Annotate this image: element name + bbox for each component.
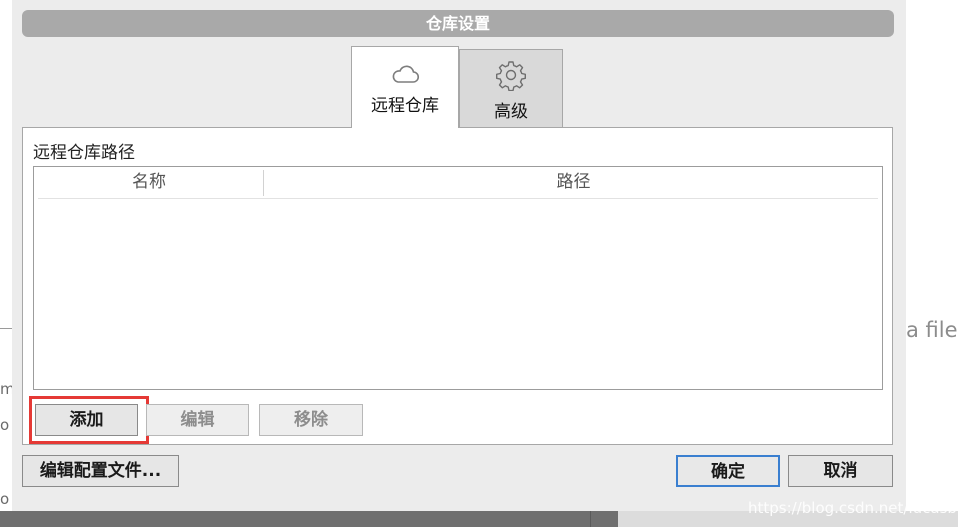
edit-config-file-button[interactable]: 编辑配置文件... <box>22 455 179 487</box>
gear-icon <box>496 61 526 91</box>
highlight-box <box>29 396 149 444</box>
background-divider <box>0 328 12 329</box>
header-divider <box>38 198 878 199</box>
background-divider <box>590 511 591 527</box>
background-text-fragment: a file <box>906 318 958 342</box>
cloud-icon <box>392 65 420 83</box>
column-header-path[interactable]: 路径 <box>265 167 882 198</box>
remote-paths-label: 远程仓库路径 <box>33 143 135 163</box>
background-window-right <box>906 0 958 527</box>
ok-button[interactable]: 确定 <box>676 455 780 487</box>
dialog-title: 仓库设置 <box>22 10 894 37</box>
background-window-left <box>0 0 12 527</box>
tab-remote-repository[interactable]: 远程仓库 <box>351 46 459 128</box>
background-text-fragment: o <box>0 416 10 434</box>
column-separator[interactable] <box>263 170 264 196</box>
watermark: https://blog.csdn.net/lucasbo <box>748 499 958 517</box>
edit-button[interactable]: 编辑 <box>146 404 249 436</box>
tab-label: 高级 <box>494 102 528 122</box>
background-text-fragment: m <box>0 380 12 398</box>
remote-repository-panel: 远程仓库路径 名称 路径 <box>22 127 893 445</box>
repository-settings-dialog: 仓库设置 远程仓库 高级 远程仓库路径 名称 路径 添加 编辑 移除 编辑配置文… <box>12 0 906 511</box>
cancel-button[interactable]: 取消 <box>788 455 893 487</box>
column-header-name[interactable]: 名称 <box>34 167 264 198</box>
remote-paths-table[interactable]: 名称 路径 <box>33 166 883 390</box>
tab-advanced[interactable]: 高级 <box>459 49 563 129</box>
tab-label: 远程仓库 <box>371 96 439 116</box>
background-text-fragment: o <box>0 490 10 508</box>
remove-button[interactable]: 移除 <box>259 404 363 436</box>
